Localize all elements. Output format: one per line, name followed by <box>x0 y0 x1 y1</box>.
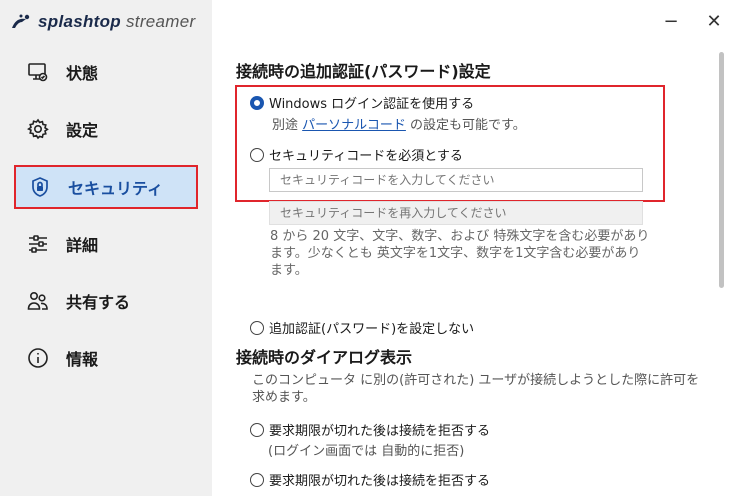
sidebar-item-details[interactable]: 詳細 <box>14 222 198 266</box>
logo-text-light: streamer <box>126 12 196 31</box>
sidebar-item-settings[interactable]: 設定 <box>14 107 198 151</box>
radio-security-code[interactable]: セキュリティコードを必須とする <box>250 145 463 164</box>
subtext-prefix: 別途 <box>272 118 299 133</box>
windows-auth-subtext: 別途 パーソナルコード の設定も可能です。 <box>272 114 526 133</box>
gear-icon <box>26 117 50 141</box>
personal-code-link[interactable]: パーソナルコード <box>302 118 406 133</box>
subtext-suffix: の設定も可能です。 <box>410 118 526 133</box>
logo-text-bold: splashtop <box>38 12 121 31</box>
reject-subtext: (ログイン画面では 自動的に拒否) <box>268 444 465 459</box>
radio-unchecked-icon <box>250 320 264 335</box>
users-icon <box>26 289 50 313</box>
close-button[interactable]: ✕ <box>699 8 729 34</box>
minimize-button[interactable]: − <box>656 8 686 34</box>
radio-unchecked-icon <box>250 422 264 437</box>
sidebar-item-status[interactable]: 状態 <box>14 50 198 94</box>
sidebar-item-label: 設定 <box>66 121 99 140</box>
sidebar-item-security[interactable]: セキュリティ <box>14 165 198 209</box>
sidebar: splashtop streamer 状態 設定 セキュリティ 詳細 共有する … <box>0 0 212 496</box>
radio-no-auth[interactable]: 追加認証(パスワード)を設定しない <box>250 318 474 337</box>
sidebar-item-label: 詳細 <box>66 236 99 255</box>
sidebar-item-share[interactable]: 共有する <box>14 279 198 323</box>
shield-lock-icon <box>28 175 52 199</box>
radio-label: 要求期限が切れた後は接続を拒否する <box>269 424 491 439</box>
radio-unchecked-icon <box>250 472 264 487</box>
code-requirements-note: 8 から 20 文字、文字、数字、および 特殊文字を含む必要があります。少なくと… <box>270 229 650 278</box>
section-title-additional-auth: 接続時の追加認証(パスワード)設定 <box>236 62 491 81</box>
radio-unchecked-icon <box>250 147 264 162</box>
splashtop-logo: splashtop streamer <box>10 10 195 34</box>
radio-reject-after-timeout[interactable]: 要求期限が切れた後は接続を拒否する <box>250 420 490 439</box>
radio-reject-after-timeout-2[interactable]: 要求期限が切れた後は接続を拒否する <box>250 470 490 489</box>
security-code-confirm-input[interactable] <box>269 201 643 225</box>
status-monitor-icon <box>26 60 50 84</box>
radio-label: Windows ログイン認証を使用する <box>269 97 475 112</box>
sliders-icon <box>26 232 50 256</box>
radio-windows-auth[interactable]: Windows ログイン認証を使用する <box>250 93 474 112</box>
radio-label: セキュリティコードを必須とする <box>269 149 463 164</box>
sidebar-item-label: 状態 <box>66 64 99 83</box>
radio-checked-icon <box>250 95 264 110</box>
section-title-dialog: 接続時のダイアログ表示 <box>236 348 413 367</box>
dialog-description: このコンピュータ に別の(許可された) ユーザが接続しようとした際に許可を求めま… <box>252 373 700 405</box>
splashtop-logo-icon <box>12 14 30 28</box>
sidebar-item-label: セキュリティ <box>68 179 164 198</box>
sidebar-item-label: 共有する <box>66 293 131 312</box>
scrollbar-thumb[interactable] <box>719 52 724 288</box>
radio-label: 要求期限が切れた後は接続を拒否する <box>269 474 491 489</box>
security-code-input[interactable] <box>269 168 643 192</box>
info-icon <box>26 346 50 370</box>
sidebar-item-label: 情報 <box>66 350 99 369</box>
sidebar-item-info[interactable]: 情報 <box>14 336 198 380</box>
radio-label: 追加認証(パスワード)を設定しない <box>269 322 475 337</box>
